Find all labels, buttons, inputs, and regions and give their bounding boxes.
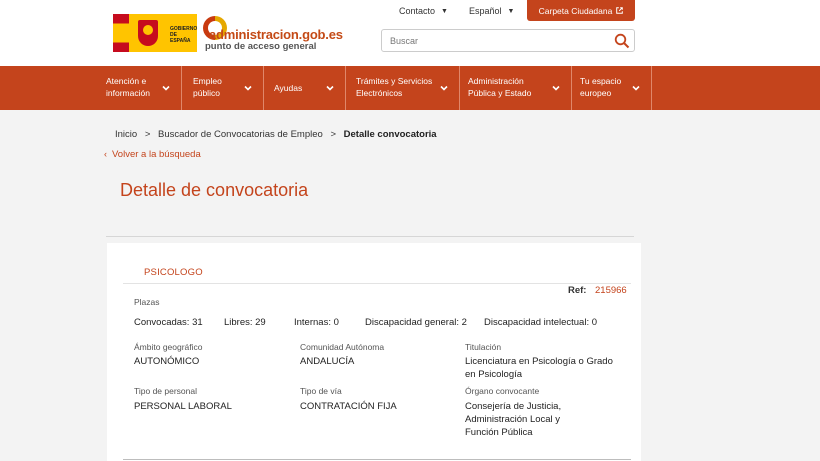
organo-label: Órgano convocante: [465, 386, 540, 396]
breadcrumb-separator: >: [144, 129, 151, 140]
breadcrumb-buscador[interactable]: Buscador de Convocatorias de Empleo: [158, 129, 323, 140]
comunidad-label: Comunidad Autónoma: [300, 342, 385, 352]
breadcrumb-current: Detalle convocatoria: [343, 129, 437, 140]
contacto-label: Contacto: [399, 6, 436, 16]
card-bottom-divider: [123, 459, 631, 460]
ambito-value: AUTONÓMICO: [134, 356, 200, 367]
tipo-via-value: CONTRATACIÓN FIJA: [300, 401, 397, 412]
site-header: GOBIERNO DE ESPAÑA administracion.gob.es…: [0, 0, 820, 66]
spain-flag-icon: [113, 14, 129, 52]
plazas-internas: Internas: 0: [294, 317, 339, 328]
chevron-down-icon: [162, 85, 170, 91]
convocatoria-card: PSICOLOGO Ref: 215966 Plazas Convocadas:…: [107, 243, 641, 461]
chevron-down-icon: [440, 85, 448, 91]
nav-item-empleo[interactable]: Empleo público: [182, 66, 264, 110]
nav-label: Administración Pública y Estado: [468, 76, 532, 98]
carpeta-label: Carpeta Ciudadana: [538, 5, 613, 16]
chevron-left-icon: ‹: [104, 149, 107, 159]
brand-tagline: punto de acceso general: [205, 41, 317, 52]
nav-item-administracion[interactable]: Administración Pública y Estado: [460, 66, 572, 110]
breadcrumb-separator: >: [330, 129, 336, 140]
carpeta-ciudadana-button[interactable]: Carpeta Ciudadana: [527, 0, 635, 21]
search-icon[interactable]: [614, 33, 630, 49]
nav-label: Trámites y Servicios Electrónicos: [356, 76, 433, 98]
ambito-label: Ámbito geográfico: [134, 342, 203, 352]
ref-value: 215966: [595, 285, 627, 296]
main-navigation: Atención e información Empleo público Ay…: [0, 66, 820, 110]
breadcrumb-inicio[interactable]: Inicio: [115, 129, 137, 140]
administracion-logo[interactable]: administracion.gob.es punto de acceso ge…: [203, 16, 343, 52]
caret-down-icon: ▼: [507, 7, 515, 15]
nav-label: Empleo público: [193, 76, 222, 98]
nav-item-tramites[interactable]: Trámites y Servicios Electrónicos: [346, 66, 460, 110]
plazas-label: Plazas: [134, 297, 160, 307]
nav-label: Atención e información: [106, 76, 150, 98]
titulacion-label: Titulación: [465, 342, 502, 352]
chevron-down-icon: [244, 85, 252, 91]
tipo-personal-value: PERSONAL LABORAL: [134, 401, 232, 412]
escudo-text: GOBIERNO DE ESPAÑA: [167, 14, 197, 52]
coat-of-arms-icon: [129, 14, 167, 52]
back-to-search-link[interactable]: ‹ Volver a la búsqueda: [104, 149, 201, 160]
chevron-down-icon: [326, 85, 334, 91]
page-title: Detalle de convocatoria: [120, 180, 309, 200]
contacto-link[interactable]: Contacto ▼: [399, 4, 448, 18]
external-link-icon: [616, 7, 624, 14]
breadcrumb: Inicio > Buscador de Convocatorias de Em…: [115, 129, 437, 140]
back-label: Volver a la búsqueda: [112, 149, 201, 160]
comunidad-value: ANDALUCÍA: [300, 356, 355, 367]
plazas-libres: Libres: 29: [224, 317, 266, 328]
chevron-down-icon: [552, 85, 560, 91]
nav-item-ayudas[interactable]: Ayudas: [264, 66, 346, 110]
language-selector[interactable]: Español ▼: [469, 4, 514, 18]
search-box: [381, 29, 635, 52]
nav-item-atencion[interactable]: Atención e información: [98, 66, 182, 110]
search-input[interactable]: [382, 30, 612, 51]
plazas-convocadas: Convocadas: 31: [134, 317, 203, 328]
title-divider: [106, 236, 634, 237]
nav-item-europeo[interactable]: Tu espacio europeo: [572, 66, 652, 110]
brand-name: administracion.gob.es: [209, 27, 343, 42]
titulacion-value: Licenciatura en Psicología o Grado en Ps…: [465, 356, 613, 380]
kind-divider: [123, 283, 631, 284]
tipo-via-label: Tipo de vía: [300, 386, 342, 396]
plazas-discapacidad-intelectual: Discapacidad intelectual: 0: [484, 317, 598, 328]
gobierno-espana-logo[interactable]: GOBIERNO DE ESPAÑA: [113, 14, 197, 52]
language-label: Español: [469, 6, 502, 16]
convocatoria-kind: PSICOLOGO: [144, 267, 203, 278]
nav-label: Ayudas: [274, 83, 303, 93]
chevron-down-icon: [632, 85, 640, 91]
ref-label: Ref:: [568, 285, 587, 296]
organo-value: Consejería de Justicia, Administración L…: [465, 401, 562, 438]
tipo-personal-label: Tipo de personal: [134, 386, 198, 396]
plazas-discapacidad-general: Discapacidad general: 2: [365, 317, 467, 328]
nav-label: Tu espacio europeo: [580, 76, 622, 98]
caret-down-icon: ▼: [441, 7, 448, 15]
